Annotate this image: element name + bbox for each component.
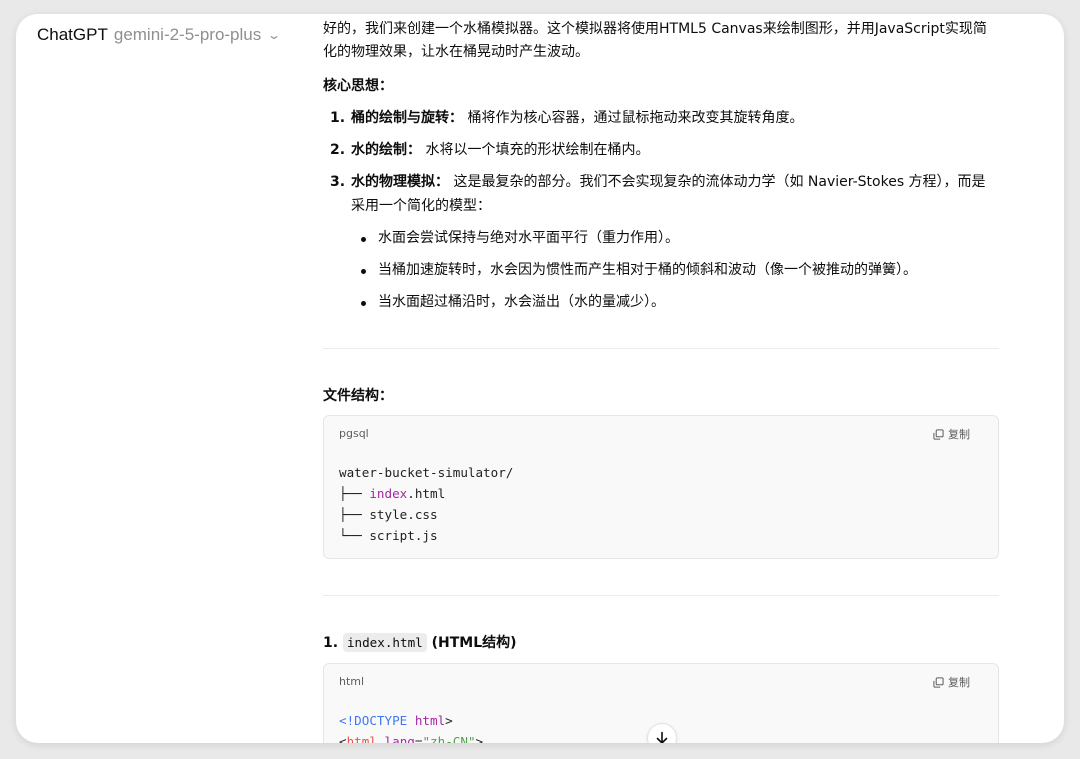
copy-code-button[interactable]: 复制	[933, 426, 970, 442]
copy-code-button[interactable]: 复制	[933, 674, 970, 690]
code-block-header: html 复制	[324, 664, 998, 698]
core-ideas-heading: 核心思想：	[323, 78, 393, 94]
inline-code: index.html	[342, 633, 427, 652]
divider	[323, 595, 999, 596]
copy-icon	[933, 676, 944, 688]
chevron-down-icon: ⌄	[267, 28, 282, 42]
intro-paragraph: 好的，我们来创建一个水桶模拟器。这个模拟器将使用HTML5 Canvas来绘制图…	[323, 21, 987, 60]
code-line: ├── index.html	[339, 486, 446, 501]
code-line: water-bucket-simulator/	[339, 465, 514, 480]
code-language-label: pgsql	[339, 427, 369, 440]
chat-window: ChatGPT gemini-2-5-pro-plus ⌄ 好的，我们来创建一个…	[16, 14, 1064, 743]
section-heading-index-html: 1. index.html (HTML结构)	[323, 633, 517, 652]
code-line: ├── style.css	[339, 507, 438, 522]
copy-label: 复制	[948, 428, 970, 441]
code-block-file-structure: pgsql 复制 water-bucket-simulator/ ├── inde…	[323, 415, 999, 559]
code-line: └── script.js	[339, 528, 438, 543]
code-block-header: pgsql 复制	[324, 416, 998, 450]
copy-label: 复制	[948, 676, 970, 689]
arrow-down-icon	[656, 731, 668, 743]
code-content: water-bucket-simulator/ ├── index.html ├──…	[324, 450, 998, 558]
copy-icon	[933, 428, 944, 440]
brand-label: ChatGPT	[37, 25, 108, 44]
file-structure-heading: 文件结构：	[323, 388, 393, 404]
model-name: gemini-2-5-pro-plus	[113, 25, 262, 44]
model-switcher[interactable]: ChatGPT gemini-2-5-pro-plus ⌄	[37, 20, 282, 50]
code-language-label: html	[339, 675, 365, 688]
divider	[323, 348, 999, 349]
